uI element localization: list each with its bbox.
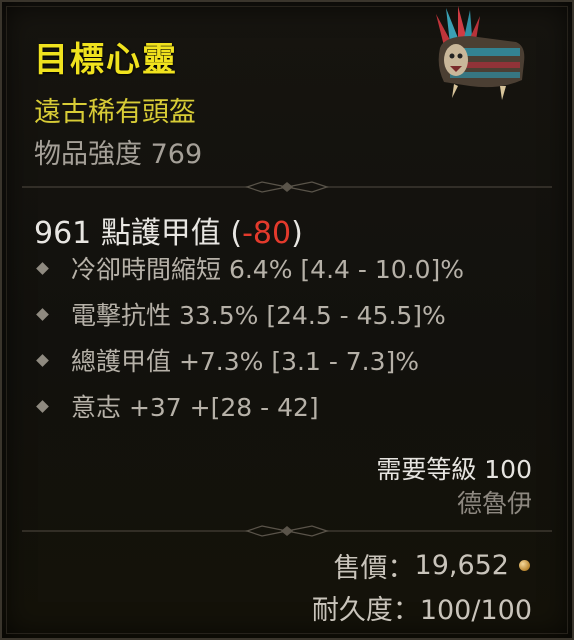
item-power-label: 物品強度 (34, 139, 142, 170)
diamond-bullet-icon (36, 261, 49, 275)
level-requirement: 需要等級 100 (376, 455, 532, 484)
affix-text: 意志 +37 +[28 - 42] (71, 393, 319, 422)
durability-value: 100/100 (419, 595, 532, 626)
affix-row: 冷卻時間縮短 6.4% [4.4 - 10.0]% (36, 248, 464, 288)
class-requirement: 德魯伊 (456, 489, 532, 518)
sell-price: 售價： 19,652 (334, 546, 530, 585)
item-power-value: 769 (150, 139, 203, 170)
armor-delta: -80 (242, 216, 292, 251)
durability: 耐久度：100/100 (312, 588, 532, 627)
divider-bottom (22, 525, 552, 537)
affix-row: 電擊抗性 33.5% [24.5 - 45.5]% (36, 294, 446, 334)
gold-coin-icon (519, 560, 530, 571)
item-power: 物品強度 769 (34, 132, 202, 171)
armor-value: 961 (34, 216, 92, 251)
affix-text: 總護甲值 +7.3% [3.1 - 7.3]% (71, 347, 420, 376)
divider-top (22, 181, 552, 193)
sell-label: 售價： (333, 553, 415, 584)
diamond-bullet-icon (36, 353, 49, 367)
armor-label: 點護甲值 (100, 216, 221, 251)
diamond-bullet-icon (36, 399, 49, 413)
durability-label: 耐久度： (311, 595, 420, 626)
item-tooltip: 目標心靈 遠古稀有頭盔 物品強度 769 961 點護甲值 (-80) 冷卻時間… (0, 0, 574, 640)
affix-text: 電擊抗性 33.5% [24.5 - 45.5]% (71, 301, 446, 330)
helmet-icon (436, 6, 525, 100)
affix-text: 冷卻時間縮短 6.4% [4.4 - 10.0]% (71, 255, 465, 284)
armor-line: 961 點護甲值 (-80) (34, 208, 303, 252)
armor-paren-close: ) (291, 216, 303, 251)
item-rarity: 遠古稀有頭盔 (34, 97, 196, 128)
armor-paren-open: ( (230, 216, 243, 251)
affix-row: 意志 +37 +[28 - 42] (36, 386, 319, 426)
diamond-bullet-icon (36, 307, 49, 321)
item-name: 目標心靈 (34, 40, 178, 80)
affix-row: 總護甲值 +7.3% [3.1 - 7.3]% (36, 340, 419, 380)
sell-value: 19,652 (414, 550, 509, 581)
